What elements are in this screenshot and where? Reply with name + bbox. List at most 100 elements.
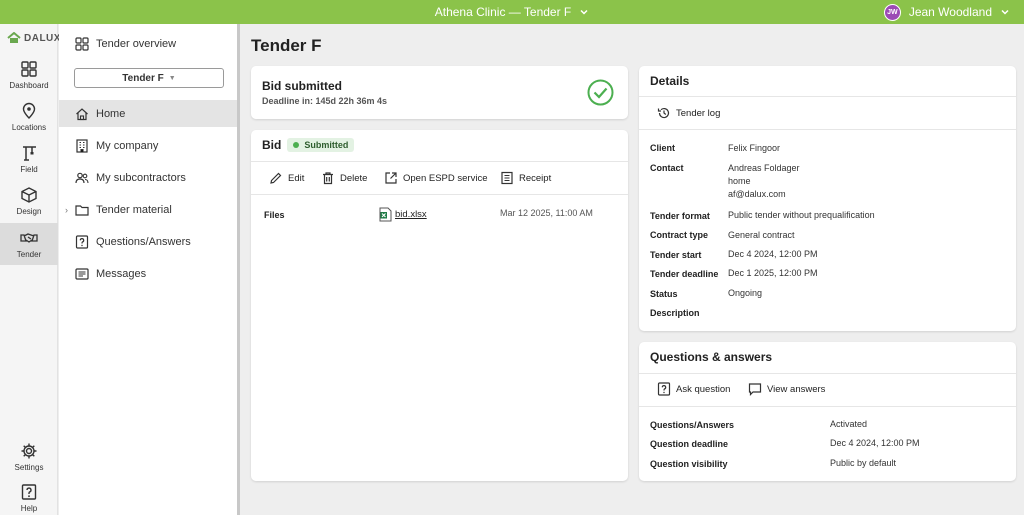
tender-select[interactable]: Tender F ▼ <box>74 68 224 88</box>
panel-divider[interactable] <box>237 24 240 515</box>
rail-label: Settings <box>14 463 44 472</box>
open-espd-button[interactable]: Open ESPD service <box>384 171 487 185</box>
divider <box>639 96 1016 97</box>
file-item[interactable]: bid.xlsx <box>379 207 427 222</box>
chat-icon <box>748 383 762 396</box>
project-title[interactable]: Athena Clinic — Tender F <box>435 5 572 19</box>
handshake-icon <box>20 233 38 243</box>
nav-label: Tender material <box>96 203 172 216</box>
tender-overview-link[interactable]: Tender overview <box>59 30 237 57</box>
status-badge: Submitted <box>287 138 355 152</box>
user-name[interactable]: Jean Woodland <box>909 5 992 19</box>
nav-label: Tender overview <box>96 37 177 50</box>
user-menu[interactable]: JW Jean Woodland <box>883 0 1010 24</box>
caret-down-icon: ▼ <box>168 74 176 82</box>
edit-button[interactable]: Edit <box>269 171 304 185</box>
question-icon <box>657 382 671 396</box>
cube-icon <box>21 187 37 203</box>
rail-label: Locations <box>11 123 47 132</box>
tender-format-value: Public tender without prequalification <box>728 210 875 220</box>
chevron-down-icon <box>1001 9 1009 15</box>
rail-label: Dashboard <box>9 81 49 90</box>
tender-nav: Tender overview Tender F ▼ Home My compa… <box>59 24 237 515</box>
rail-item-locations[interactable]: Locations <box>0 96 58 138</box>
building-icon <box>76 138 88 153</box>
check-circle-icon <box>587 79 614 106</box>
app-rail: DALUX Dashboard Locations Field Design T… <box>0 24 61 515</box>
files-label: Files <box>264 210 285 220</box>
excel-file-icon <box>379 207 392 222</box>
grid-icon <box>75 36 89 51</box>
rail-item-field[interactable]: Field <box>0 138 58 180</box>
question-deadline-value: Dec 4 2024, 12:00 PM <box>830 438 920 448</box>
status-badge-label: Submitted <box>304 140 349 150</box>
qa-status-label: Questions/Answers <box>650 420 735 430</box>
bid-title: Bid <box>262 138 282 152</box>
external-link-icon <box>385 172 397 184</box>
bid-card: Bid Submitted Edit Delete Open ESPD serv… <box>251 130 628 481</box>
dalux-logo[interactable]: DALUX <box>7 32 61 44</box>
pencil-icon <box>270 172 282 184</box>
divider <box>251 161 628 162</box>
ask-question-button[interactable]: Ask question <box>657 382 730 396</box>
avatar[interactable]: JW <box>883 3 901 21</box>
gear-icon <box>21 443 37 459</box>
nav-label: My company <box>96 139 159 152</box>
status-dot <box>293 142 300 148</box>
tender-deadline-value: Dec 1 2025, 12:00 PM <box>728 268 818 278</box>
rail-item-dashboard[interactable]: Dashboard <box>0 54 58 96</box>
status-label: Status <box>650 289 678 299</box>
contract-type-label: Contract type <box>650 230 709 240</box>
question-icon <box>75 234 89 249</box>
home-icon <box>76 107 88 120</box>
delete-button[interactable]: Delete <box>321 171 367 185</box>
file-link[interactable]: bid.xlsx <box>395 209 427 220</box>
history-icon <box>657 107 670 119</box>
rail-item-settings[interactable]: Settings <box>0 436 58 478</box>
contact-email: af@dalux.com <box>728 189 786 199</box>
tender-start-label: Tender start <box>650 250 702 260</box>
rail-item-help[interactable]: Help <box>0 477 58 515</box>
tender-format-label: Tender format <box>650 211 710 221</box>
help-icon <box>21 484 37 500</box>
details-title: Details <box>650 74 690 88</box>
message-icon <box>75 267 89 280</box>
tender-deadline-label: Tender deadline <box>650 269 719 279</box>
nav-item-messages[interactable]: Messages <box>59 260 237 287</box>
nav-item-my-company[interactable]: My company <box>59 132 237 159</box>
nav-item-home[interactable]: Home <box>59 100 237 127</box>
rail-label: Field <box>20 165 38 174</box>
qa-title: Questions & answers <box>650 350 773 364</box>
rail-label: Help <box>20 504 38 513</box>
bid-deadline-countdown: Deadline in: 145d 22h 36m 4s <box>262 96 388 106</box>
tender-log-button[interactable]: Tender log <box>657 106 720 120</box>
client-value: Felix Fingoor <box>728 143 781 153</box>
contact-line: home <box>728 176 751 186</box>
rail-item-tender[interactable]: Tender <box>0 223 58 265</box>
nav-item-questions-answers[interactable]: Questions/Answers <box>59 228 237 255</box>
bid-status-title: Bid submitted <box>262 79 342 93</box>
nav-item-my-subcontractors[interactable]: My subcontractors <box>59 164 237 191</box>
contract-type-value: General contract <box>728 230 795 240</box>
divider <box>251 194 628 195</box>
qa-status-value: Activated <box>830 419 868 429</box>
receipt-button[interactable]: Receipt <box>500 171 551 185</box>
question-visibility-label: Question visibility <box>650 459 728 469</box>
description-label: Description <box>650 308 700 318</box>
nav-item-tender-material[interactable]: › Tender material <box>59 196 237 223</box>
chevron-right-icon[interactable]: › <box>65 205 68 215</box>
chevron-down-icon <box>580 9 588 15</box>
divider <box>639 406 1016 407</box>
view-answers-button[interactable]: View answers <box>748 382 825 396</box>
rail-label: Design <box>16 207 42 216</box>
people-icon <box>75 172 89 183</box>
question-visibility-value: Public by default <box>830 458 897 468</box>
open-espd-label: Open ESPD service <box>403 172 488 184</box>
details-card: Details Tender log Client Felix Fingoor … <box>639 66 1016 331</box>
tender-log-label: Tender log <box>676 107 721 119</box>
view-answers-label: View answers <box>767 383 826 395</box>
crane-icon <box>23 146 36 161</box>
project-switcher[interactable]: Athena Clinic — Tender F <box>0 0 1024 24</box>
rail-item-design[interactable]: Design <box>0 180 58 222</box>
divider <box>639 129 1016 130</box>
